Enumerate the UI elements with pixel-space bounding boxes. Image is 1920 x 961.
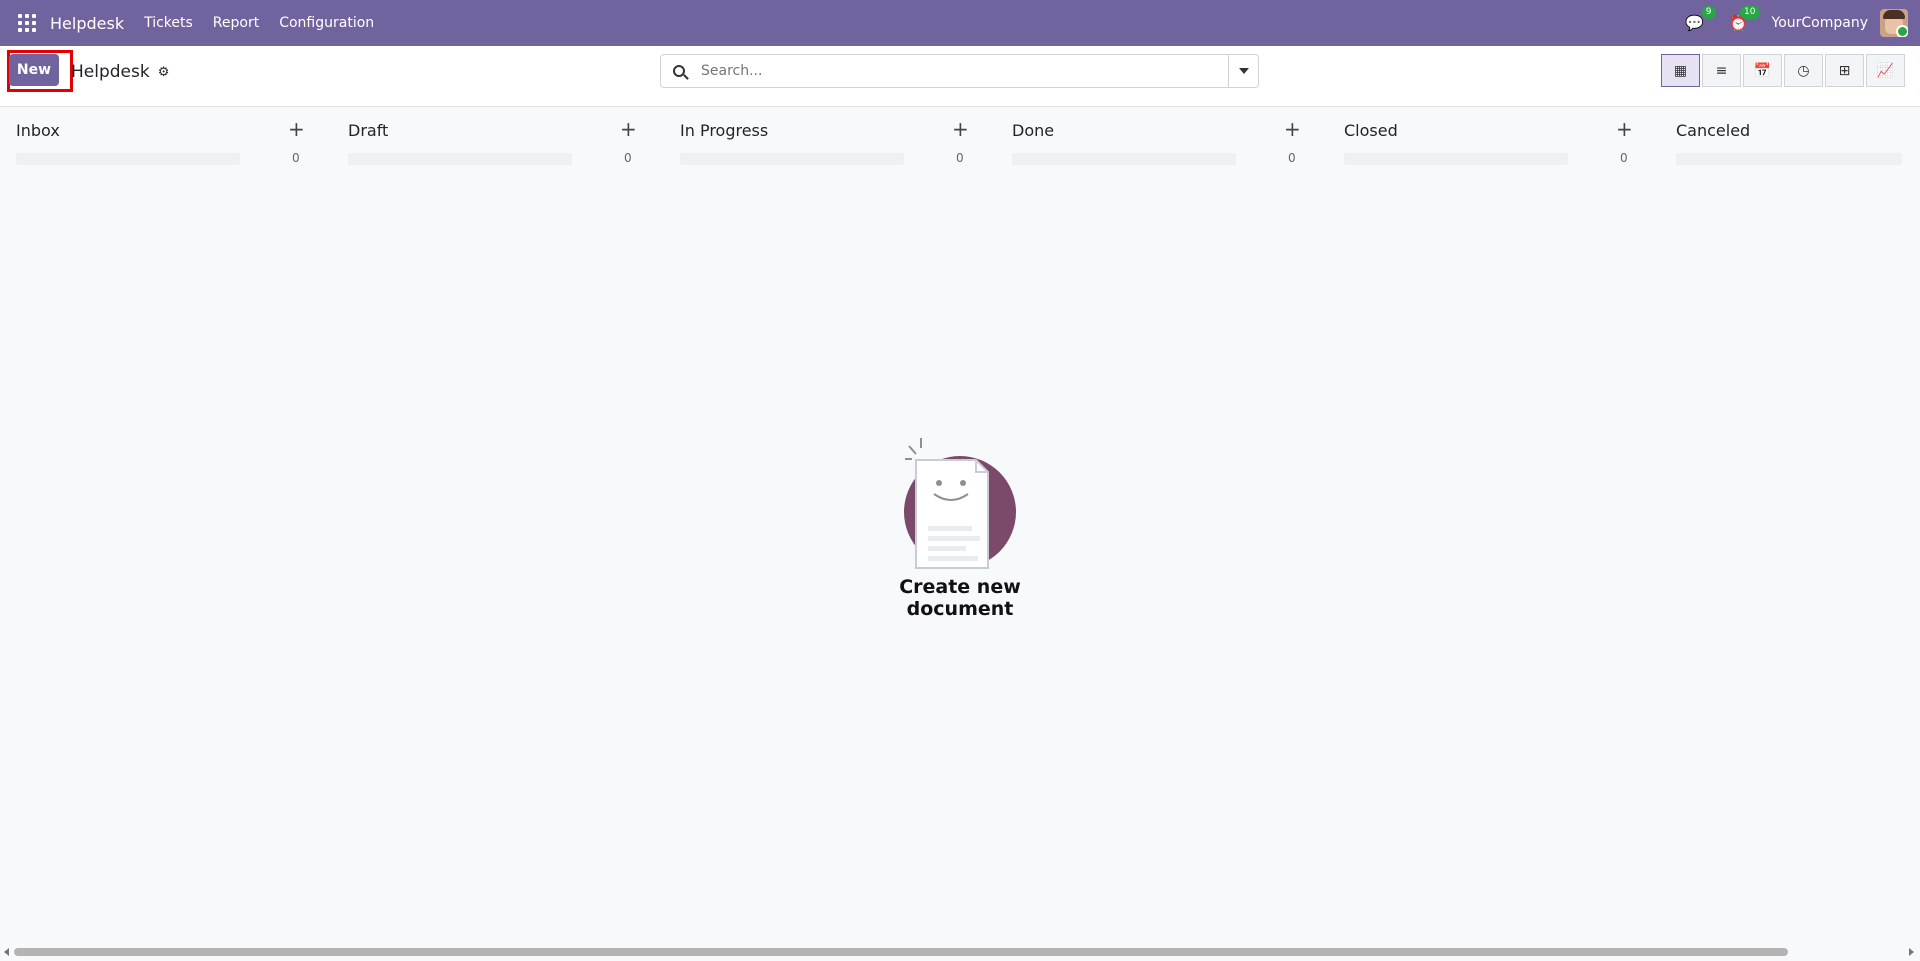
column-count: 0 (1620, 151, 1628, 165)
column-count: 0 (956, 151, 964, 165)
kanban-column: Draft + 0 (332, 107, 652, 167)
calendar-view-button[interactable]: 📅 (1743, 54, 1782, 87)
activity-icon[interactable]: ⏰ 10 (1728, 6, 1760, 34)
scroll-left-icon[interactable] (4, 948, 9, 956)
graph-icon: 📈 (1876, 62, 1895, 79)
activity-view-button[interactable]: ◷ (1784, 54, 1823, 87)
list-view-button[interactable]: ≡ (1702, 54, 1741, 87)
column-title[interactable]: Draft (348, 121, 388, 140)
column-title[interactable]: Done (1012, 121, 1054, 140)
progress-bar[interactable] (680, 153, 904, 165)
column-title[interactable]: Closed (1344, 121, 1398, 140)
column-count: 0 (1288, 151, 1296, 165)
company-switcher[interactable]: YourCompany (1772, 15, 1869, 31)
top-navbar: Helpdesk Tickets Report Configuration 💬 … (0, 0, 1920, 46)
progress-bar[interactable] (348, 153, 572, 165)
scroll-right-icon[interactable] (1909, 948, 1914, 956)
column-title[interactable]: Canceled (1676, 121, 1750, 140)
column-title[interactable]: In Progress (680, 121, 768, 140)
user-avatar[interactable] (1880, 9, 1908, 37)
progress-bar[interactable] (1344, 153, 1568, 165)
horizontal-scrollbar[interactable] (0, 941, 1920, 961)
list-icon: ≡ (1715, 62, 1728, 79)
calendar-icon: 📅 (1753, 62, 1772, 79)
apps-grid-icon[interactable] (18, 14, 36, 32)
kanban-column: Inbox + 0 (0, 107, 320, 167)
graph-view-button[interactable]: 📈 (1866, 54, 1905, 87)
new-button[interactable]: New (9, 54, 59, 86)
column-count: 0 (292, 151, 300, 165)
chat-bubble-icon: 💬 (1685, 14, 1704, 32)
plus-icon[interactable]: + (1616, 117, 1633, 141)
page-title: Helpdesk (71, 62, 150, 82)
messages-badge: 9 (1701, 6, 1716, 19)
control-panel: New Helpdesk ⚙ ▦ ≡ 📅 ◷ ⊞ 📈 (0, 46, 1920, 107)
plus-icon[interactable]: + (952, 117, 969, 141)
search-input[interactable] (699, 62, 1223, 80)
systray: 💬 9 ⏰ 10 YourCompany (1684, 0, 1920, 46)
plus-icon[interactable]: + (288, 117, 305, 141)
kanban-column: Done + 0 (996, 107, 1316, 167)
empty-state-text: Create new document (899, 576, 1021, 620)
scrollbar-thumb[interactable] (14, 948, 1788, 956)
search-icon (673, 65, 685, 77)
pivot-icon: ⊞ (1838, 62, 1851, 79)
column-title[interactable]: Inbox (16, 121, 60, 140)
progress-bar[interactable] (1676, 153, 1902, 165)
kanban-column: In Progress + 0 (664, 107, 984, 167)
progress-bar[interactable] (1012, 153, 1236, 165)
kanban-column: Canceled (1660, 107, 1920, 167)
activity-badge: 10 (1740, 6, 1760, 19)
column-count: 0 (624, 151, 632, 165)
chevron-down-icon (1238, 68, 1249, 74)
plus-icon[interactable]: + (620, 117, 637, 141)
search-bar[interactable] (660, 54, 1259, 88)
progress-bar[interactable] (16, 153, 240, 165)
search-options-toggle[interactable] (1228, 55, 1258, 87)
messages-icon[interactable]: 💬 9 (1684, 6, 1716, 34)
view-switcher: ▦ ≡ 📅 ◷ ⊞ 📈 (1659, 54, 1905, 87)
app-brand[interactable]: Helpdesk (50, 14, 124, 33)
plus-icon[interactable]: + (1284, 117, 1301, 141)
kanban-view-button[interactable]: ▦ (1661, 54, 1700, 87)
online-status-icon (1896, 25, 1908, 37)
menu-report[interactable]: Report (213, 15, 259, 31)
menu-tickets[interactable]: Tickets (144, 15, 193, 31)
pivot-view-button[interactable]: ⊞ (1825, 54, 1864, 87)
breadcrumb: Helpdesk ⚙ (71, 62, 169, 82)
kanban-column: Closed + 0 (1328, 107, 1648, 167)
activity-clock-icon: ◷ (1797, 62, 1810, 79)
gear-icon[interactable]: ⚙ (158, 65, 170, 80)
menu-configuration[interactable]: Configuration (279, 15, 374, 31)
kanban-icon: ▦ (1673, 62, 1688, 79)
